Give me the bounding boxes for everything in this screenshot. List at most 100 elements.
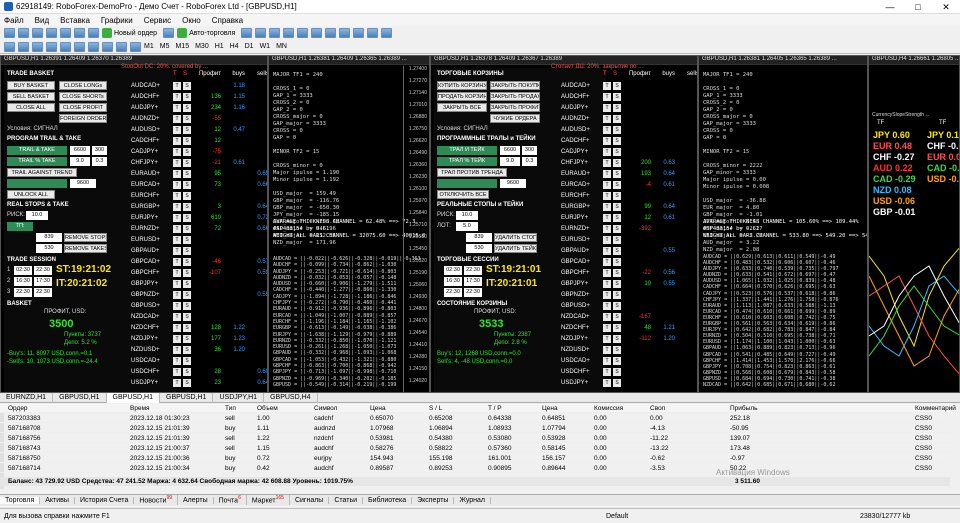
select-toggle[interactable]: S	[183, 158, 191, 167]
minimize-button[interactable]: —	[876, 0, 904, 14]
buy-basket-button[interactable]: BUY BASKET	[7, 81, 55, 90]
trail-against-trend-button-ru[interactable]: ТРАЛ ПРОТИВ ТРЕНДА	[437, 168, 507, 177]
data-window-icon[interactable]	[46, 28, 57, 38]
trade-toggle[interactable]: T	[603, 180, 611, 189]
chart-tab[interactable]: GBPUSD,H1	[53, 392, 107, 403]
trade-toggle[interactable]: T	[603, 268, 611, 277]
select-toggle[interactable]: S	[183, 136, 191, 145]
line-chart-icon[interactable]	[269, 28, 281, 38]
trail-take-button-ru[interactable]: ТРАЛ И ТЕЙК	[437, 146, 497, 155]
trade-toggle[interactable]: T	[173, 367, 181, 376]
trade-toggle[interactable]: T	[603, 191, 611, 200]
chart-window-1[interactable]: GBPUSD,H1 1.26391 1.26409 1.26370 1.2638…	[0, 55, 268, 393]
select-toggle[interactable]: S	[183, 81, 191, 90]
buy-basket-button-ru[interactable]: КУПИТЬ КОРЗИНУ	[437, 81, 487, 90]
unlock-all-button[interactable]: UNLOCK ALL	[7, 190, 55, 199]
select-toggle[interactable]: S	[613, 378, 621, 387]
select-toggle[interactable]: S	[183, 103, 191, 112]
trade-toggle[interactable]: T	[173, 136, 181, 145]
navigator-icon[interactable]	[60, 28, 71, 38]
trade-toggle[interactable]: T	[603, 147, 611, 156]
trade-toggle[interactable]: T	[603, 378, 611, 387]
remove-takes-button-ru[interactable]: УДАЛИТЬ ТЕЙКИ	[494, 244, 537, 253]
trade-toggle[interactable]: T	[173, 257, 181, 266]
session-3-end[interactable]: 22:30	[34, 288, 52, 297]
column-header[interactable]: Прибыль	[730, 405, 758, 412]
trail1-input[interactable]: 6600	[70, 146, 90, 155]
select-toggle[interactable]: S	[183, 323, 191, 332]
select-toggle[interactable]: S	[183, 180, 191, 189]
session-3-start-ru[interactable]: 22:30	[444, 288, 462, 297]
select-toggle[interactable]: S	[613, 147, 621, 156]
crosshair-icon[interactable]	[18, 41, 29, 52]
trade-toggle[interactable]: T	[173, 158, 181, 167]
select-toggle[interactable]: S	[183, 345, 191, 354]
select-toggle[interactable]: S	[183, 147, 191, 156]
select-toggle[interactable]: S	[613, 92, 621, 101]
menu-tools[interactable]: Сервис	[144, 16, 171, 25]
column-header[interactable]: Своп	[650, 405, 665, 412]
trade-toggle[interactable]: T	[603, 213, 611, 222]
trade-toggle[interactable]: T	[603, 356, 611, 365]
terminal-tab[interactable]: Активы	[40, 496, 75, 504]
sell-basket-button-ru[interactable]: ПРОДАТЬ КОРЗИНУ	[437, 92, 487, 101]
table-row[interactable]: 587168708 2023.12.15 21:01:39 buy 1.11 audnz…	[0, 424, 950, 433]
trade-toggle[interactable]: T	[173, 246, 181, 255]
select-toggle[interactable]: S	[613, 257, 621, 266]
terminal-tab[interactable]: Маркет165	[247, 495, 290, 505]
tf-mn[interactable]: MN	[276, 43, 287, 50]
select-toggle[interactable]: S	[183, 92, 191, 101]
tp3-input[interactable]: 530	[36, 244, 62, 253]
select-toggle[interactable]: S	[183, 279, 191, 288]
tp3-input-ru[interactable]: 530	[466, 244, 492, 253]
close-all-button[interactable]: CLOSE ALL	[7, 103, 55, 112]
select-toggle[interactable]: S	[183, 213, 191, 222]
select-toggle[interactable]: S	[613, 81, 621, 90]
session-2-start-ru[interactable]: 16:30	[444, 277, 462, 286]
chart-tab[interactable]: EURNZD,H1	[0, 392, 54, 403]
select-toggle[interactable]: S	[183, 202, 191, 211]
trade-toggle[interactable]: T	[603, 136, 611, 145]
trade-toggle[interactable]: T	[173, 290, 181, 299]
trail-against-trend-button[interactable]: TRAIL AGAINST TREND	[7, 168, 77, 177]
chart-window-4[interactable]: GBPUSD,H1 1.26381 1.26405 1.26365 1.2638…	[698, 55, 868, 393]
close-longs-button[interactable]: CLOSE LONGs	[59, 81, 107, 90]
trade-toggle[interactable]: T	[173, 279, 181, 288]
terminal-tab[interactable]: Статьи	[329, 496, 364, 504]
remove-stops-button[interactable]: REMOVE STOPS	[64, 233, 107, 242]
trade-toggle[interactable]: T	[173, 125, 181, 134]
chart-tab[interactable]: GBPUSD,H1	[106, 392, 160, 403]
terminal-tab[interactable]: Библиотека	[363, 496, 413, 504]
select-toggle[interactable]: S	[183, 312, 191, 321]
trade-toggle[interactable]: T	[603, 301, 611, 310]
select-toggle[interactable]: S	[183, 290, 191, 299]
trade-toggle[interactable]: T	[603, 169, 611, 178]
select-toggle[interactable]: S	[613, 213, 621, 222]
tf-h4[interactable]: H4	[230, 43, 239, 50]
tp2-input[interactable]: 839	[36, 233, 62, 242]
terminal-tab[interactable]: Новости99	[134, 495, 179, 505]
select-toggle[interactable]: S	[183, 301, 191, 310]
select-toggle[interactable]: S	[613, 323, 621, 332]
trade-toggle[interactable]: T	[173, 224, 181, 233]
arrows-icon[interactable]	[130, 41, 141, 52]
tp-input[interactable]: 9600	[70, 179, 96, 188]
trade-toggle[interactable]: T	[603, 279, 611, 288]
select-toggle[interactable]: S	[613, 367, 621, 376]
trade-toggle[interactable]: T	[603, 367, 611, 376]
column-header[interactable]: Время	[130, 405, 150, 412]
column-header[interactable]: Комиссия	[594, 405, 623, 412]
tester-icon[interactable]	[88, 28, 99, 38]
session-1-start-ru[interactable]: 02:30	[444, 266, 462, 275]
trade-toggle[interactable]: T	[603, 202, 611, 211]
sell-basket-button[interactable]: SELL BASKET	[7, 92, 55, 101]
select-toggle[interactable]: S	[613, 312, 621, 321]
chart-window-5[interactable]: GBPUSD,H4 1.26661 1.26805 ... CurrencySl…	[868, 55, 960, 393]
select-toggle[interactable]: S	[613, 191, 621, 200]
select-toggle[interactable]: S	[613, 301, 621, 310]
table-row[interactable]: 587203383 2023.12.18 01:30:23 sell 1.00 cadc…	[0, 414, 950, 423]
tf-m15[interactable]: M15	[175, 43, 189, 50]
indicators-icon[interactable]	[353, 28, 365, 38]
select-toggle[interactable]: S	[183, 191, 191, 200]
select-toggle[interactable]: S	[183, 169, 191, 178]
